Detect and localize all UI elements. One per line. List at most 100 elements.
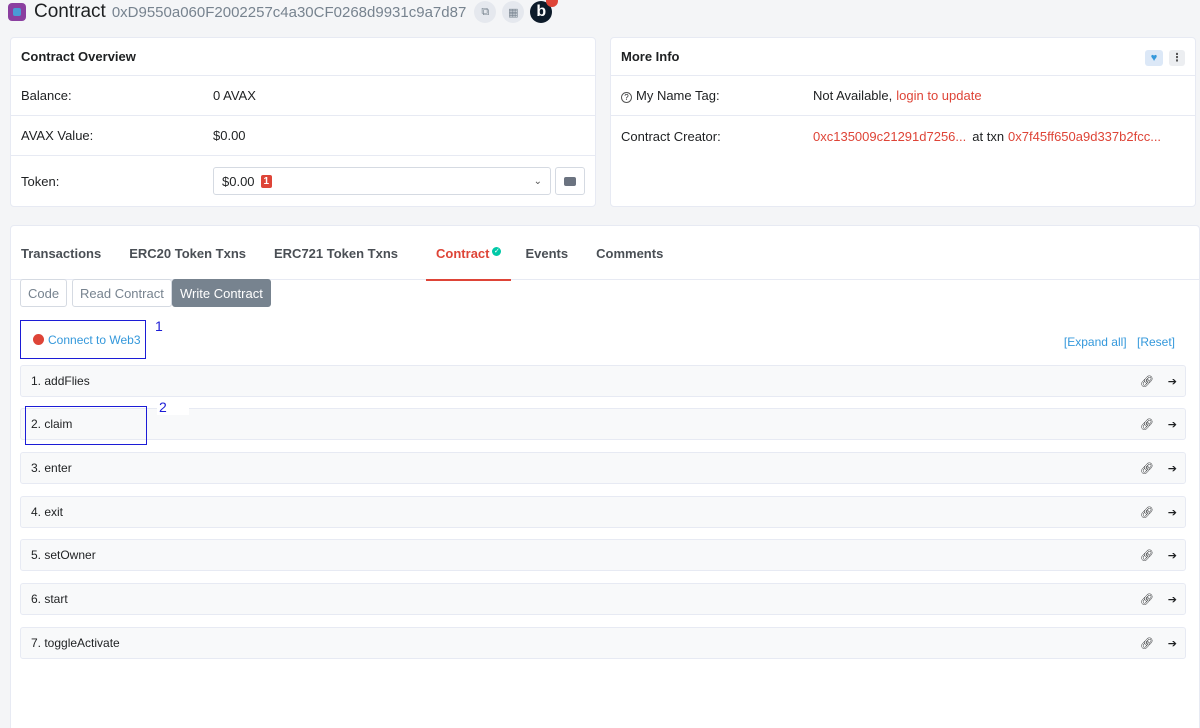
tab-bar: Transactions ERC20 Token Txns ERC721 Tok… (11, 226, 1199, 281)
function-row-icons: 🔗︎ ➔ (1126, 549, 1177, 562)
arrow-right-icon[interactable]: ➔ (1168, 418, 1177, 431)
link-icon[interactable]: 🔗︎ (1140, 549, 1154, 562)
annotation-1: 1 (153, 318, 185, 334)
value-value: $0.00 (213, 128, 246, 143)
link-icon[interactable]: 🔗︎ (1140, 593, 1154, 606)
tab-comments[interactable]: Comments (596, 226, 677, 280)
function-row[interactable]: 4. exit 🔗︎ ➔ (20, 496, 1186, 528)
function-controls: [Expand all] [Reset] (1057, 335, 1175, 349)
login-link[interactable]: login to update (896, 88, 981, 103)
wallet-icon (564, 176, 576, 186)
token-dropdown[interactable]: $0.00 1 ⌄ (213, 167, 551, 195)
creator-label: Contract Creator: (621, 128, 721, 144)
txn-hash-link[interactable]: 0x7f45ff650a9d337b2fcc... (1008, 129, 1161, 144)
arrow-right-icon[interactable]: ➔ (1168, 375, 1177, 388)
balance-label: Balance: (21, 88, 72, 103)
tab-contract[interactable]: Contract ✓ (426, 226, 512, 281)
contract-logo-icon (8, 3, 26, 21)
connect-web3-button[interactable]: Connect to Web3 (20, 320, 146, 359)
token-value: $0.00 (222, 173, 255, 189)
qr-code-icon[interactable]: ▦ (502, 1, 525, 23)
page-title: Contract (34, 1, 106, 22)
annotation-box-2 (25, 406, 147, 445)
function-row[interactable]: 7. toggleActivate 🔗︎ ➔ (20, 627, 1186, 659)
function-row[interactable]: 1. addFlies 🔗︎ ➔ (20, 365, 1186, 397)
blockscan-letter: b (536, 3, 547, 20)
arrow-right-icon[interactable]: ➔ (1168, 549, 1177, 562)
balance-value: 0 AVAX (213, 88, 256, 103)
name-tag-label-text: My Name Tag: (636, 88, 720, 103)
arrow-right-icon[interactable]: ➔ (1168, 637, 1177, 650)
page-header: Contract 0xD9550a060F2002257c4a30CF0268d… (8, 0, 559, 24)
annotation-2: 2 (157, 399, 189, 415)
overview-title: Contract Overview (11, 38, 595, 76)
more-info-title: More Info (621, 49, 680, 64)
tab-erc20[interactable]: ERC20 Token Txns (129, 226, 260, 280)
creator-row: Contract Creator: 0xc135009c21291d7256..… (611, 116, 1195, 156)
notification-dot (546, 0, 559, 7)
function-label: 5. setOwner (31, 548, 96, 562)
disconnected-status-icon (33, 334, 44, 345)
contract-address: 0xD9550a060F2002257c4a30CF0268d9931c9a7d… (111, 3, 467, 21)
function-row-icons: 🔗︎ ➔ (1126, 593, 1177, 606)
more-options-icon[interactable]: ⋮ (1169, 50, 1185, 66)
function-row[interactable]: 2. claim 🔗︎ ➔ (20, 408, 1186, 440)
wallet-button[interactable] (555, 167, 585, 195)
tab-label: Transactions (21, 245, 102, 261)
function-label: 4. exit (31, 505, 64, 519)
arrow-right-icon[interactable]: ➔ (1168, 593, 1177, 606)
arrow-right-icon[interactable]: ➔ (1168, 462, 1177, 475)
tab-label: Contract (436, 245, 490, 261)
name-tag-label: ? My Name Tag: (621, 88, 813, 103)
function-label: 7. toggleActivate (31, 636, 120, 650)
function-row-icons: 🔗︎ ➔ (1126, 637, 1177, 650)
tab-events[interactable]: Events (525, 226, 582, 280)
function-label: 1. addFlies (31, 374, 90, 388)
tab-erc721[interactable]: ERC721 Token Txns (274, 226, 412, 280)
copy-icon[interactable]: ⧉ (474, 1, 497, 23)
creator-address-link[interactable]: 0xc135009c21291d7256... (813, 129, 966, 144)
function-row-icons: 🔗︎ ➔ (1126, 462, 1177, 475)
blockscan-button[interactable]: b (530, 0, 559, 23)
contract-overview-card: Contract Overview Balance: 0 AVAX AVAX V… (10, 37, 596, 207)
reset-link[interactable]: [Reset] (1137, 335, 1175, 349)
link-icon[interactable]: 🔗︎ (1140, 462, 1154, 475)
chevron-down-icon: ⌄ (533, 175, 542, 187)
name-tag-value: Not Available, (813, 88, 893, 103)
function-row[interactable]: 5. setOwner 🔗︎ ➔ (20, 539, 1186, 571)
token-count-badge: 1 (260, 174, 273, 188)
more-info-header: More Info ♥ ⋮ (611, 38, 1195, 76)
function-row[interactable]: 6. start 🔗︎ ➔ (20, 583, 1186, 615)
function-row[interactable]: 3. enter 🔗︎ ➔ (20, 452, 1186, 484)
balance-row: Balance: 0 AVAX (11, 76, 595, 116)
token-label: Token: (21, 173, 60, 189)
function-row-icons: 🔗︎ ➔ (1126, 375, 1177, 388)
token-row: Token: $0.00 1 ⌄ (11, 156, 595, 206)
function-row-icons: 🔗︎ ➔ (1126, 418, 1177, 431)
tab-transactions[interactable]: Transactions (21, 226, 115, 280)
tab-label: Events (525, 245, 569, 261)
write-contract-button[interactable]: Write Contract (172, 279, 271, 307)
link-icon[interactable]: 🔗︎ (1140, 418, 1154, 431)
tab-label: ERC20 Token Txns (129, 245, 246, 261)
function-row-icons: 🔗︎ ➔ (1126, 506, 1177, 519)
tab-label: Comments (596, 245, 664, 261)
help-icon: ? (621, 92, 632, 103)
connect-label: Connect to Web3 (48, 332, 141, 347)
code-button[interactable]: Code (20, 279, 68, 307)
link-icon[interactable]: 🔗︎ (1140, 375, 1154, 388)
read-contract-button[interactable]: Read Contract (72, 279, 172, 307)
value-row: AVAX Value: $0.00 (11, 116, 595, 156)
arrow-right-icon[interactable]: ➔ (1168, 506, 1177, 519)
verified-check-icon: ✓ (492, 246, 502, 256)
function-label: 6. start (31, 592, 68, 606)
link-icon[interactable]: 🔗︎ (1140, 506, 1154, 519)
expand-all-link[interactable]: [Expand all] (1064, 335, 1127, 349)
link-icon[interactable]: 🔗︎ (1140, 637, 1154, 650)
function-label: 3. enter (31, 461, 72, 475)
tab-label: ERC721 Token Txns (274, 245, 399, 261)
heart-button[interactable]: ♥ (1145, 50, 1163, 66)
name-tag-row: ? My Name Tag: Not Available, login to up… (611, 76, 1195, 116)
more-info-card: More Info ♥ ⋮ ? My Name Tag: Not Availabl… (610, 37, 1196, 207)
at-txn-label: at txn (972, 128, 1005, 144)
